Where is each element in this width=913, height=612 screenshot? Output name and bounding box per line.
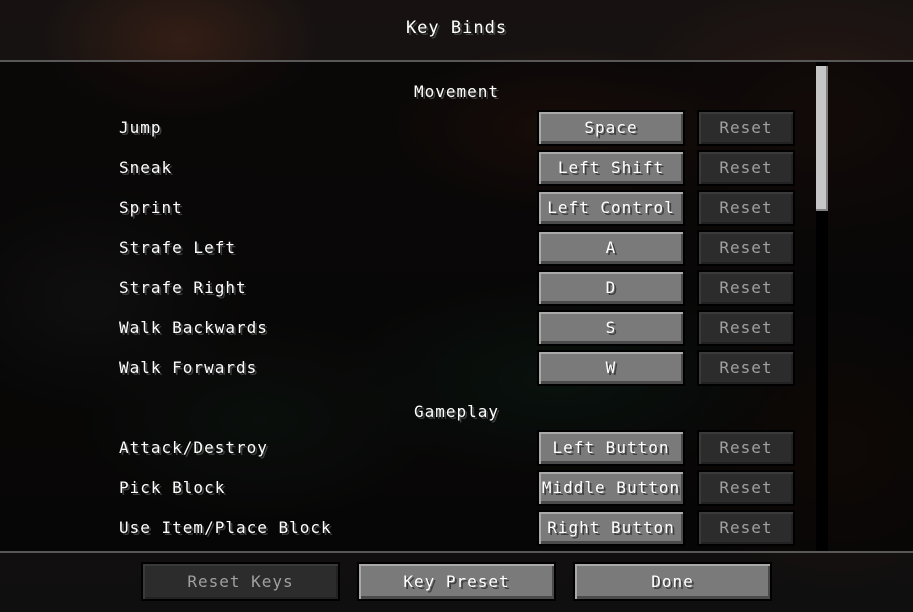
- key-button-sneak[interactable]: Left Shift: [537, 150, 685, 186]
- reset-button-walk-forwards[interactable]: Reset: [697, 350, 795, 386]
- action-label: Strafe Left: [119, 238, 236, 257]
- keybind-row-pick-block: Pick Block Middle Button Reset: [0, 470, 913, 508]
- reset-button-sneak[interactable]: Reset: [697, 150, 795, 186]
- key-button-jump[interactable]: Space: [537, 110, 685, 146]
- key-button-strafe-right[interactable]: D: [537, 270, 685, 306]
- key-button-use-item[interactable]: Right Button: [537, 510, 685, 546]
- reset-button-attack-destroy[interactable]: Reset: [697, 430, 795, 466]
- action-label: Attack/Destroy: [119, 438, 268, 457]
- action-label: Walk Forwards: [119, 358, 258, 377]
- action-label: Sneak: [119, 158, 173, 177]
- reset-button-pick-block[interactable]: Reset: [697, 470, 795, 506]
- category-gameplay-header: Gameplay: [413, 402, 500, 421]
- key-button-pick-block[interactable]: Middle Button: [537, 470, 685, 506]
- key-button-walk-forwards[interactable]: W: [537, 350, 685, 386]
- scrollbar-thumb[interactable]: [816, 66, 828, 211]
- reset-button-use-item[interactable]: Reset: [697, 510, 795, 546]
- key-button-walk-backwards[interactable]: S: [537, 310, 685, 346]
- reset-button-jump[interactable]: Reset: [697, 110, 795, 146]
- action-label: Strafe Right: [119, 278, 247, 297]
- keybind-row-use-item: Use Item/Place Block Right Button Reset: [0, 510, 913, 548]
- keybind-list[interactable]: Movement Jump Space Reset Sneak Left Shi…: [0, 60, 913, 553]
- action-label: Walk Backwards: [119, 318, 268, 337]
- done-button[interactable]: Done: [573, 562, 772, 601]
- reset-keys-button[interactable]: Reset Keys: [141, 562, 340, 601]
- reset-button-walk-backwards[interactable]: Reset: [697, 310, 795, 346]
- keybind-row-strafe-right: Strafe Right D Reset: [0, 270, 913, 308]
- action-label: Sprint: [119, 198, 183, 217]
- key-preset-button[interactable]: Key Preset: [357, 562, 556, 601]
- reset-button-strafe-right[interactable]: Reset: [697, 270, 795, 306]
- scrollbar[interactable]: [816, 62, 828, 551]
- key-button-sprint[interactable]: Left Control: [537, 190, 685, 226]
- key-button-strafe-left[interactable]: A: [537, 230, 685, 266]
- category-movement-header: Movement: [413, 82, 500, 101]
- keybind-row-strafe-left: Strafe Left A Reset: [0, 230, 913, 268]
- keybind-row-jump: Jump Space Reset: [0, 110, 913, 148]
- key-button-attack-destroy[interactable]: Left Button: [537, 430, 685, 466]
- keybind-row-sneak: Sneak Left Shift Reset: [0, 150, 913, 188]
- action-label: Pick Block: [119, 478, 226, 497]
- keybind-row-walk-backwards: Walk Backwards S Reset: [0, 310, 913, 348]
- keybind-row-sprint: Sprint Left Control Reset: [0, 190, 913, 228]
- reset-button-strafe-left[interactable]: Reset: [697, 230, 795, 266]
- reset-button-sprint[interactable]: Reset: [697, 190, 795, 226]
- keybind-row-attack-destroy: Attack/Destroy Left Button Reset: [0, 430, 913, 468]
- screen-title: Key Binds: [405, 18, 508, 38]
- action-label: Use Item/Place Block: [119, 518, 332, 537]
- keybind-row-walk-forwards: Walk Forwards W Reset: [0, 350, 913, 388]
- action-label: Jump: [119, 118, 162, 137]
